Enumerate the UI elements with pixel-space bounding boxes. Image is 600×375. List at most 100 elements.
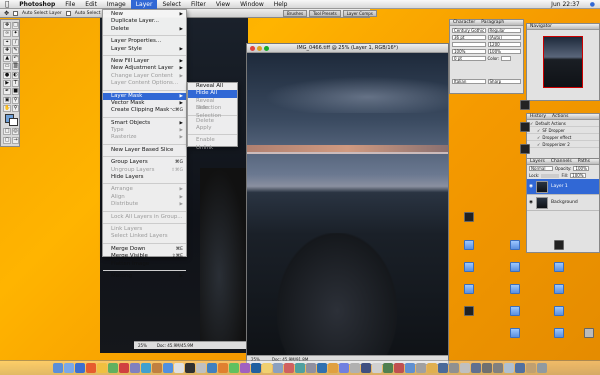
move-tool-icon[interactable]: ✥ <box>3 22 12 29</box>
submenu-item-delete[interactable]: Delete <box>188 118 237 125</box>
menu-item-vector-mask[interactable]: Vector Mask ▶ <box>103 100 186 107</box>
menu-edit[interactable]: Edit <box>80 0 102 9</box>
healing-brush-tool-icon[interactable]: ✚ <box>3 46 12 54</box>
menu-item-merge-visible[interactable]: Merge Visible ⇧⌘E <box>103 253 186 260</box>
dock-app-icon[interactable] <box>405 363 415 373</box>
dock-app-icon[interactable] <box>504 363 514 373</box>
shape-tool-icon[interactable]: ■ <box>12 88 19 96</box>
desktop-icon[interactable] <box>504 240 526 258</box>
menu-item-new-layer-based-slice[interactable]: New Layer Based Slice <box>103 147 186 154</box>
desktop-icon[interactable] <box>504 284 526 302</box>
eraser-tool-icon[interactable]: ▭ <box>3 63 12 71</box>
dock-app-icon[interactable] <box>438 363 448 373</box>
submenu-item-apply[interactable]: Apply <box>188 125 237 132</box>
apple-menu[interactable]:  <box>0 0 14 9</box>
dodge-tool-icon[interactable]: ◐ <box>12 71 19 79</box>
dock-app-icon[interactable] <box>207 363 217 373</box>
language-select[interactable]: Italian <box>452 79 486 84</box>
dock-app-icon[interactable] <box>295 363 305 373</box>
foreground-color-swatch[interactable] <box>3 113 19 128</box>
dock-app-icon[interactable] <box>262 363 272 373</box>
spotlight-icon[interactable]: ● <box>585 0 600 9</box>
crop-tool-icon[interactable]: ⌖ <box>3 38 12 46</box>
pen-tool-icon[interactable]: ✒ <box>3 88 12 96</box>
dock-app-icon[interactable] <box>482 363 492 373</box>
tab-layer-comps[interactable]: Layer Comps <box>342 10 377 17</box>
menu-item-select-linked-layers[interactable]: Select Linked Layers <box>103 233 186 240</box>
vertical-scale-field[interactable]: 100% <box>452 49 486 54</box>
tab-paragraph[interactable]: Paragraph <box>481 20 504 25</box>
font-size-field[interactable]: 36 pt <box>452 35 486 40</box>
submenu-item-reveal-all[interactable]: Reveal All <box>188 83 237 90</box>
dock-app-icon[interactable] <box>229 363 239 373</box>
eyedropper-tool-icon[interactable]: ⚲ <box>12 96 19 104</box>
clock[interactable]: Jun 22:37 <box>546 0 585 9</box>
dock-app-icon[interactable] <box>108 363 118 373</box>
menu-item-link-layers[interactable]: Link Layers <box>103 226 186 233</box>
auto-select-groups-checkbox[interactable] <box>65 10 71 16</box>
dock-app-icon[interactable] <box>75 363 85 373</box>
dock-app-icon[interactable] <box>141 363 151 373</box>
menu-item-type[interactable]: Type ▶ <box>103 127 186 134</box>
document-title-bar[interactable]: IMG_0466.tiff @ 25% (Layer 1, RGB/16*) <box>247 44 448 53</box>
history-brush-tool-icon[interactable]: ↶ <box>12 55 19 63</box>
dock-app-icon[interactable] <box>163 363 173 373</box>
type-tool-icon[interactable]: T <box>12 79 19 87</box>
desktop-icon[interactable] <box>548 328 570 346</box>
blur-tool-icon[interactable]: ● <box>3 71 12 79</box>
submenu-item-hide-selection[interactable]: Hide Selection <box>188 105 237 118</box>
brush-tool-icon[interactable]: ✎ <box>12 46 19 54</box>
menu-item-new-fill-layer[interactable]: New Fill Layer ▶ <box>103 58 186 65</box>
menu-item-layer-content-options[interactable]: Layer Content Options... <box>103 80 186 87</box>
clone-stamp-tool-icon[interactable]: ▲ <box>3 55 12 63</box>
tab-character[interactable]: Character <box>453 20 475 25</box>
menu-item-smart-objects[interactable]: Smart Objects ▶ <box>103 120 186 127</box>
auto-select-layer-checkbox[interactable] <box>13 10 19 16</box>
menu-item-delete[interactable]: Delete ▶ <box>103 26 186 33</box>
kerning-field[interactable] <box>452 42 486 47</box>
desktop-icon[interactable] <box>548 306 570 324</box>
baseline-shift-field[interactable]: 0 pt <box>452 56 486 61</box>
submenu-item-unlink[interactable]: Unlink <box>188 145 237 152</box>
menu-window[interactable]: Window <box>235 0 269 9</box>
dock-app-icon[interactable] <box>460 363 470 373</box>
menu-view[interactable]: View <box>211 0 235 9</box>
text-color-swatch[interactable] <box>501 56 512 61</box>
quick-mask-mode-icon[interactable]: ◎ <box>12 128 19 136</box>
dock-app-icon[interactable] <box>185 363 195 373</box>
dock-app-icon[interactable] <box>493 363 503 373</box>
menu-item-matting[interactable]: Matting ▶ <box>103 273 186 280</box>
tab-tool-presets[interactable]: Tool Presets <box>309 10 341 17</box>
dock-app-icon[interactable] <box>174 363 184 373</box>
menu-item-change-layer-content[interactable]: Change Layer Content ▶ <box>103 73 186 80</box>
menu-image[interactable]: Image <box>102 0 131 9</box>
menu-item-group-layers[interactable]: Group Layers ⌘G <box>103 159 186 166</box>
menu-item-ungroup-layers[interactable]: Ungroup Layers ⇧⌘G <box>103 167 186 174</box>
menu-item-create-clipping-mask[interactable]: Create Clipping Mask ⌥⌘G <box>103 107 186 114</box>
dock-app-icon[interactable] <box>427 363 437 373</box>
dock-app-icon[interactable] <box>449 363 459 373</box>
submenu-item-reveal-selection[interactable]: Reveal Selection <box>188 98 237 111</box>
dock-app-icon[interactable] <box>383 363 393 373</box>
dock-app-icon[interactable] <box>416 363 426 373</box>
marquee-tool-icon[interactable]: □ <box>12 22 19 29</box>
antialias-select[interactable]: Sharp <box>487 79 521 84</box>
menu-item-layer-style[interactable]: Layer Style ▶ <box>103 46 186 53</box>
dock-app-icon[interactable] <box>53 363 63 373</box>
dock-app-icon[interactable] <box>361 363 371 373</box>
desktop-icon[interactable] <box>458 284 480 302</box>
horizontal-scale-field[interactable]: 100% <box>487 49 521 54</box>
dock-app-icon[interactable] <box>152 363 162 373</box>
tab-navigator[interactable]: Navigator <box>530 24 552 29</box>
dock-app-icon[interactable] <box>119 363 129 373</box>
menu-photoshop[interactable]: Photoshop <box>14 0 60 9</box>
dock-app-icon[interactable] <box>339 363 349 373</box>
gradient-tool-icon[interactable]: ▒ <box>12 63 19 71</box>
desktop-icon[interactable] <box>548 284 570 302</box>
dock-app-icon[interactable] <box>196 363 206 373</box>
magic-wand-tool-icon[interactable]: ✦ <box>12 30 19 38</box>
menu-item-new[interactable]: New ▶ <box>103 11 186 18</box>
desktop-icon[interactable] <box>504 306 526 324</box>
menu-item-distribute[interactable]: Distribute ▶ <box>103 201 186 208</box>
menu-filter[interactable]: Filter <box>186 0 211 9</box>
